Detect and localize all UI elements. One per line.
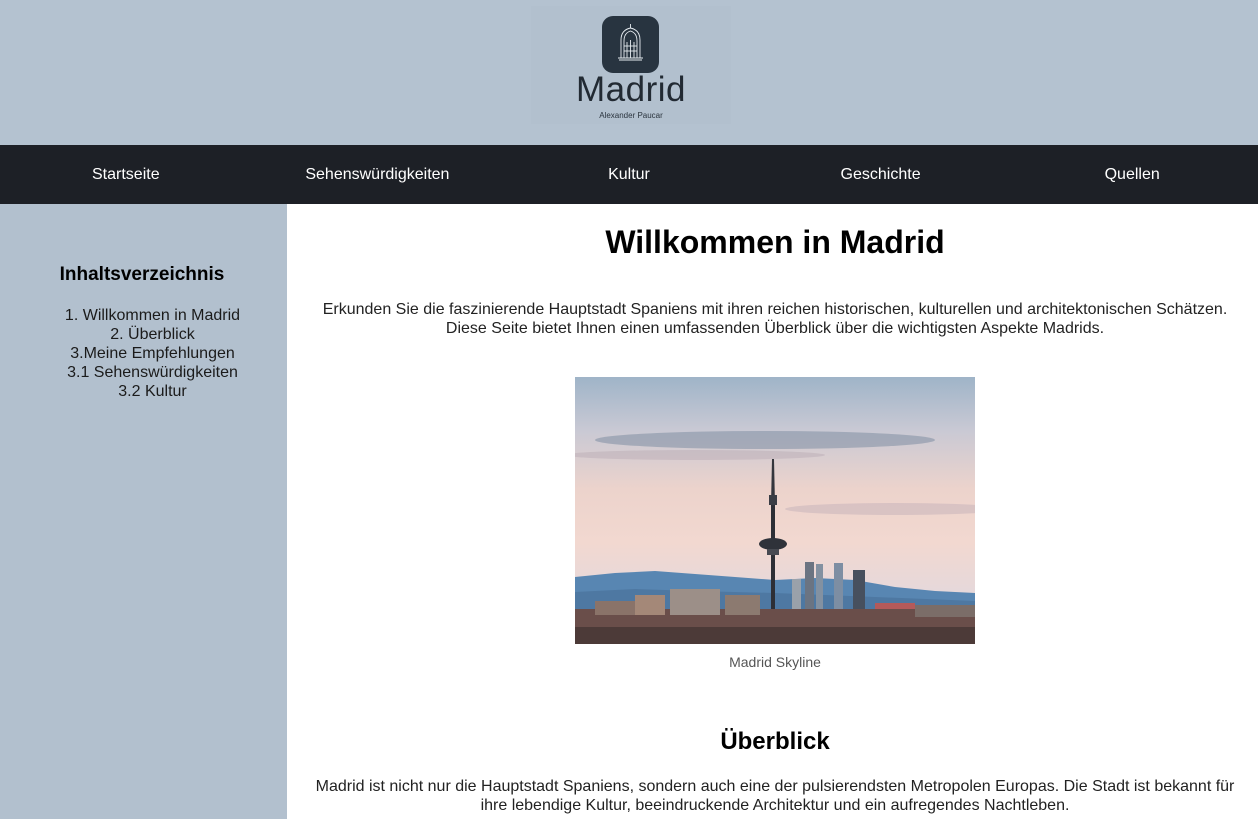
table-of-contents: Inhaltsverzeichnis 1. Willkommen in Madr… bbox=[0, 204, 287, 819]
toc-list: 1. Willkommen in Madrid 2. Überblick 3.M… bbox=[62, 306, 243, 401]
nav-item-startseite[interactable]: Startseite bbox=[0, 145, 252, 204]
toc-title: Inhaltsverzeichnis bbox=[59, 264, 225, 285]
main-navigation: Startseite Sehenswürdigkeiten Kultur Ges… bbox=[0, 145, 1258, 204]
page-title: Willkommen in Madrid bbox=[605, 224, 945, 260]
site-logo[interactable]: Madrid Alexander Paucar bbox=[531, 6, 731, 124]
image-caption: Madrid Skyline bbox=[729, 654, 821, 670]
site-header: Madrid Alexander Paucar bbox=[0, 0, 1258, 145]
toc-item-ueberblick[interactable]: 2. Überblick bbox=[62, 325, 243, 344]
toc-item-kultur[interactable]: 3.2 Kultur bbox=[62, 382, 243, 401]
main-content: Willkommen in Madrid Erkunden Sie die fa… bbox=[287, 204, 1258, 819]
toc-item-empfehlungen[interactable]: 3.Meine Empfehlungen bbox=[62, 344, 243, 363]
overview-paragraph: Madrid ist nicht nur die Hauptstadt Span… bbox=[315, 778, 1235, 814]
nav-item-quellen[interactable]: Quellen bbox=[1006, 145, 1258, 204]
toc-item-sehenswuerdigkeiten[interactable]: 3.1 Sehenswürdigkeiten bbox=[62, 363, 243, 382]
nav-item-sehenswuerdigkeiten[interactable]: Sehenswürdigkeiten bbox=[252, 145, 504, 204]
building-icon bbox=[602, 16, 659, 73]
overview-title: Überblick bbox=[720, 728, 830, 755]
nav-item-geschichte[interactable]: Geschichte bbox=[755, 145, 1007, 204]
toc-item-willkommen[interactable]: 1. Willkommen in Madrid bbox=[62, 306, 243, 325]
nav-item-kultur[interactable]: Kultur bbox=[503, 145, 755, 204]
logo-title: Madrid bbox=[576, 70, 686, 109]
intro-paragraph: Erkunden Sie die faszinierende Hauptstad… bbox=[322, 301, 1228, 337]
madrid-skyline-image bbox=[575, 377, 975, 644]
logo-subtitle: Alexander Paucar bbox=[599, 111, 663, 120]
